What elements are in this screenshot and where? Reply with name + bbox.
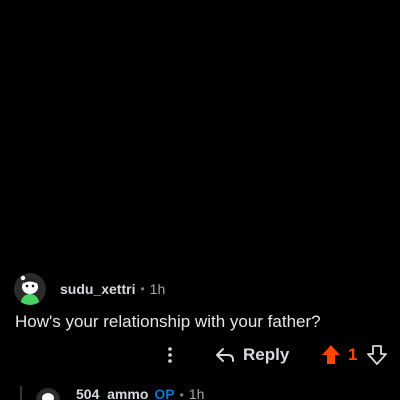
more-options-button[interactable] — [160, 343, 180, 367]
reply-arrow-icon — [216, 348, 234, 362]
downvote-button[interactable] — [366, 343, 388, 367]
comment-actions: Reply 1 — [0, 340, 400, 370]
comment-body: How's your relationship with your father… — [15, 312, 321, 331]
more-vertical-icon — [168, 347, 172, 363]
comment-timestamp: 1h — [149, 281, 166, 297]
vote-count: 1 — [348, 345, 358, 364]
upvote-arrow-icon — [322, 345, 340, 364]
snoo-avatar-icon[interactable] — [36, 388, 60, 400]
reply-button[interactable]: Reply — [215, 342, 289, 368]
post-media-area — [0, 0, 400, 262]
snoo-avatar-icon[interactable] — [14, 273, 46, 305]
reply-username[interactable]: 504_ammo — [76, 386, 148, 400]
reply-separator: • — [179, 388, 184, 400]
reply-label: Reply — [243, 345, 290, 364]
comment-username[interactable]: sudu_xettri — [60, 281, 135, 297]
reply-header: 504_ammo OP • 1h — [76, 386, 204, 400]
header-separator: • — [140, 282, 145, 296]
thread-line[interactable] — [20, 386, 22, 400]
reply-timestamp: 1h — [188, 386, 205, 400]
comment-header: sudu_xettri • 1h — [14, 272, 165, 306]
op-badge: OP — [154, 386, 175, 400]
reply-thread: 504_ammo OP • 1h — [0, 380, 400, 400]
downvote-arrow-icon — [367, 345, 387, 365]
upvote-button[interactable] — [320, 343, 342, 367]
